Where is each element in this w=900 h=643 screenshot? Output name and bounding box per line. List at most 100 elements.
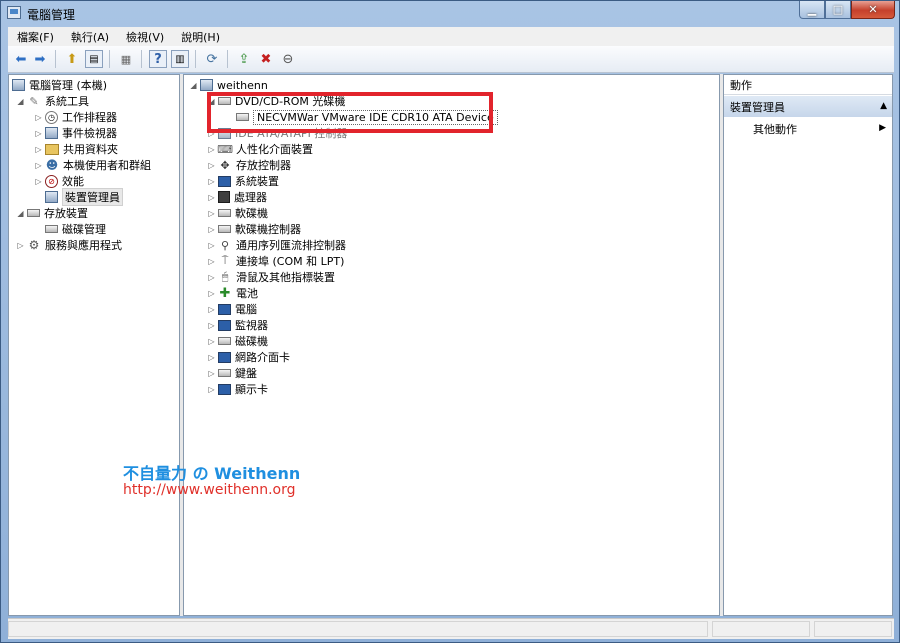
navigation-pane[interactable]: 電腦管理 (本機) ◢ ✎ 系統工具 ▷ ◷ 工作排程器 ▷ 事件檢視器 ▷ 共… [8, 74, 180, 616]
tree-item-disk-management[interactable]: 磁碟管理 [34, 221, 106, 237]
status-bar [8, 618, 894, 639]
tree-item-local-users-groups[interactable]: ▷ ☻ 本機使用者和群組 [34, 157, 151, 173]
expand-arrow-icon[interactable]: ▷ [207, 369, 216, 378]
collapse-arrow-icon[interactable]: ◢ [16, 97, 25, 106]
expand-arrow-icon[interactable]: ▷ [34, 113, 43, 122]
toolbar-separator [195, 50, 196, 68]
toolbar: ⬅ ➡ ⬆ ▤ ▦ ? ▥ ⟳ ⇪ ✖ ⊖ [8, 46, 894, 73]
category-processors[interactable]: ▷ 處理器 [207, 189, 267, 205]
back-icon[interactable]: ⬅ [12, 50, 30, 68]
expand-arrow-icon[interactable]: ▷ [207, 289, 216, 298]
tree-item-performance[interactable]: ▷ ⊘ 效能 [34, 173, 84, 189]
status-panel [8, 621, 708, 637]
device-tree-root[interactable]: ◢ weithenn [189, 77, 267, 93]
computer-management-icon [7, 6, 21, 19]
expand-arrow-icon[interactable]: ▷ [207, 273, 216, 282]
watermark-title: 不自量力 の Weithenn [123, 464, 301, 483]
expand-arrow-icon[interactable]: ▷ [207, 145, 216, 154]
action-more-actions[interactable]: 其他動作 ▶ [724, 119, 892, 139]
forward-icon[interactable]: ➡ [31, 50, 49, 68]
collapse-arrow-icon[interactable]: ◢ [189, 81, 198, 90]
status-panel [712, 621, 810, 637]
up-icon[interactable]: ⬆ [63, 50, 81, 68]
menu-help[interactable]: 說明(H) [172, 29, 228, 45]
actions-section-device-manager[interactable]: 裝置管理員 ▲ [724, 96, 892, 117]
expand-arrow-icon[interactable]: ▷ [207, 225, 216, 234]
device-tree-pane[interactable]: ◢ weithenn ◢ DVD/CD-ROM 光碟機 NECVMWar VMw… [183, 74, 720, 616]
title-bar[interactable]: 電腦管理 ▁ □ ✕ [1, 1, 899, 25]
category-network-adapters[interactable]: ▷ 網路介面卡 [207, 349, 290, 365]
tree-item-computer-management[interactable]: 電腦管理 (本機) [12, 77, 107, 93]
tree-item-shared-folders[interactable]: ▷ 共用資料夾 [34, 141, 118, 157]
expand-arrow-icon[interactable]: ▷ [207, 305, 216, 314]
minimize-icon: ▁ [807, 3, 817, 16]
disk-drive-icon [218, 337, 231, 345]
expand-arrow-icon[interactable]: ▷ [207, 321, 216, 330]
help-icon[interactable]: ? [149, 50, 167, 68]
minimize-button[interactable]: ▁ [799, 1, 825, 19]
tree-item-storage[interactable]: ◢ 存放裝置 [16, 205, 88, 221]
category-label: 軟碟機控制器 [235, 223, 301, 236]
category-usb-controllers[interactable]: ▷ ⚲ 通用序列匯流排控制器 [207, 237, 346, 253]
expand-arrow-icon[interactable]: ▷ [207, 353, 216, 362]
maximize-button[interactable]: □ [825, 1, 851, 19]
computer-management-window: 電腦管理 ▁ □ ✕ 檔案(F) 執行(A) 檢視(V) 說明(H) ⬅ ➡ ⬆… [0, 0, 900, 643]
menu-action[interactable]: 執行(A) [62, 29, 117, 45]
expand-arrow-icon[interactable]: ▷ [207, 161, 216, 170]
tree-item-task-scheduler[interactable]: ▷ ◷ 工作排程器 [34, 109, 117, 125]
performance-icon: ⊘ [45, 174, 58, 188]
category-label: 顯示卡 [235, 383, 268, 396]
category-monitors[interactable]: ▷ 監視器 [207, 317, 268, 333]
category-batteries[interactable]: ▷ ✚ 電池 [207, 285, 258, 301]
submenu-arrow-icon: ▶ [879, 123, 886, 133]
properties-icon[interactable]: ▦ [117, 50, 135, 68]
category-mice[interactable]: ▷ 🖱 滑鼠及其他指標裝置 [207, 269, 335, 285]
tree-item-system-tools[interactable]: ◢ ✎ 系統工具 [16, 93, 89, 109]
expand-arrow-icon[interactable]: ▷ [34, 129, 43, 138]
collapse-up-icon[interactable]: ▲ [880, 101, 887, 111]
expand-arrow-icon[interactable]: ▷ [34, 177, 43, 186]
category-label: 處理器 [234, 191, 267, 204]
clock-icon: ◷ [45, 110, 58, 124]
category-disk-drives[interactable]: ▷ 磁碟機 [207, 333, 268, 349]
expand-arrow-icon[interactable]: ▷ [207, 193, 216, 202]
category-keyboards[interactable]: ▷ 鍵盤 [207, 365, 257, 381]
expand-arrow-icon[interactable]: ▷ [207, 337, 216, 346]
scan-hardware-icon[interactable]: ⟳ [203, 50, 221, 68]
uninstall-icon[interactable]: ⊖ [279, 50, 297, 68]
menu-file[interactable]: 檔案(F) [8, 29, 62, 45]
toolbar-separator [141, 50, 142, 68]
category-storage-controllers[interactable]: ▷ ✥ 存放控制器 [207, 157, 291, 173]
expand-arrow-icon[interactable]: ▷ [16, 241, 25, 250]
expand-arrow-icon[interactable]: ▷ [207, 177, 216, 186]
expand-arrow-icon[interactable]: ▷ [207, 257, 216, 266]
hid-icon: ⌨ [217, 142, 233, 156]
expand-arrow-icon[interactable]: ▷ [207, 385, 216, 394]
category-system-devices[interactable]: ▷ 系統裝置 [207, 173, 279, 189]
close-button[interactable]: ✕ [851, 1, 895, 19]
collapse-arrow-icon[interactable]: ◢ [16, 209, 25, 218]
category-ports[interactable]: ▷ ⍑ 連接埠 (COM 和 LPT) [207, 253, 344, 269]
category-floppy-controllers[interactable]: ▷ 軟碟機控制器 [207, 221, 301, 237]
menu-view[interactable]: 檢視(V) [117, 29, 172, 45]
category-floppy-drives[interactable]: ▷ 軟碟機 [207, 205, 268, 221]
category-label: 電池 [236, 287, 258, 300]
tree-item-event-viewer[interactable]: ▷ 事件檢視器 [34, 125, 117, 141]
category-display-adapters[interactable]: ▷ 顯示卡 [207, 381, 268, 397]
tree-item-device-manager[interactable]: 裝置管理員 [34, 188, 123, 206]
disable-device-icon[interactable]: ✖ [257, 50, 275, 68]
expand-arrow-icon[interactable]: ▷ [34, 161, 43, 170]
show-hide-action-icon[interactable]: ▥ [171, 50, 189, 68]
show-hide-tree-icon[interactable]: ▤ [85, 50, 103, 68]
category-label: 通用序列匯流排控制器 [236, 239, 346, 252]
processor-icon [218, 191, 230, 203]
category-hid[interactable]: ▷ ⌨ 人性化介面裝置 [207, 141, 313, 157]
category-computer[interactable]: ▷ 電腦 [207, 301, 257, 317]
network-adapter-icon [218, 351, 231, 363]
tree-item-services-applications[interactable]: ▷ ⚙ 服務與應用程式 [16, 237, 122, 253]
tree-item-label: 存放裝置 [44, 207, 88, 220]
expand-arrow-icon[interactable]: ▷ [207, 241, 216, 250]
expand-arrow-icon[interactable]: ▷ [34, 145, 43, 154]
expand-arrow-icon[interactable]: ▷ [207, 209, 216, 218]
update-driver-icon[interactable]: ⇪ [235, 50, 253, 68]
